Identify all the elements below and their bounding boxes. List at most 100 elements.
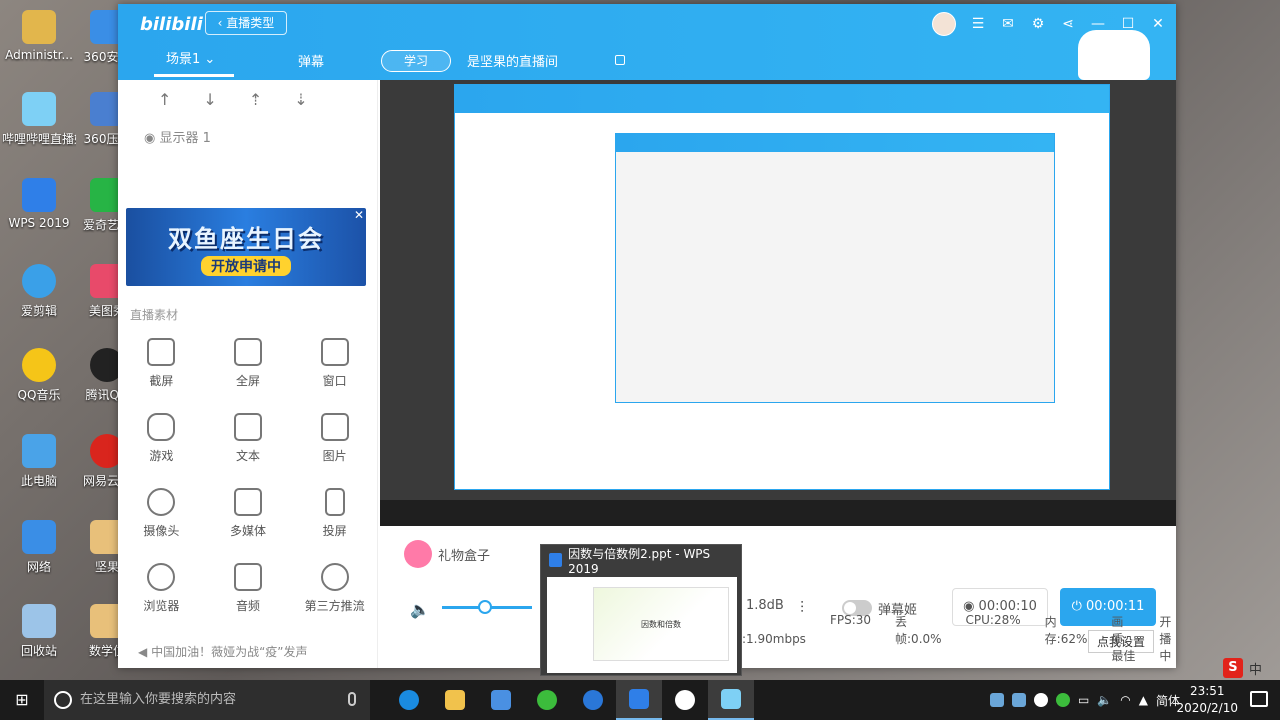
tool-screenshot[interactable]: 截屏 [118, 338, 205, 389]
layer-order-controls: ↑ ↓ ⇡ ⇣ [118, 80, 377, 109]
move-down-icon[interactable]: ↓ [203, 90, 216, 109]
avatar[interactable] [932, 12, 956, 36]
tab-danmu[interactable]: 弹幕 [298, 51, 324, 70]
notice-bar[interactable]: ◀ 中国加油！薇娅为战“疫”发声 [138, 643, 308, 660]
phone-icon [324, 488, 345, 516]
preview-taskbar [380, 500, 1176, 526]
move-bottom-icon[interactable]: ⇣ [294, 90, 307, 109]
live-type-back-button[interactable]: ‹ 直播类型 [205, 11, 287, 35]
qq-music-icon [22, 348, 56, 382]
tray-app-icon[interactable] [1011, 693, 1026, 707]
taskbar-wps[interactable] [616, 680, 662, 720]
stream-preview[interactable] [380, 80, 1176, 526]
control-panel: 礼物盒子 🔈 1.8dB ⫶ 弹幕姬 ◉ 00:00:10 ⏻ 00:00:11… [380, 526, 1176, 668]
volume-slider-knob[interactable] [478, 600, 492, 614]
wechat-tray-icon[interactable] [1033, 693, 1048, 707]
taskbar-store[interactable] [478, 680, 524, 720]
sogou-browser-icon [583, 690, 603, 710]
category-badge[interactable]: 学习 [381, 50, 451, 72]
menu-icon[interactable]: ☰ [970, 16, 986, 32]
gift-box-button[interactable]: 礼物盒子 [404, 540, 490, 568]
desktop-icon-bilibili-live[interactable]: 哔哩哔哩直播姬 [2, 92, 76, 147]
wifi-icon[interactable]: ◠ [1120, 693, 1130, 707]
microphone-icon[interactable] [348, 692, 356, 706]
ime-chinese-mode[interactable]: 中 [1249, 659, 1262, 678]
desktop-icon-administrator[interactable]: Administr... [2, 10, 76, 62]
share-icon[interactable]: ⋖ [1060, 16, 1076, 32]
banner-subtitle: 开放申请中 [201, 255, 291, 276]
tray-app-icon[interactable] [989, 693, 1004, 707]
promo-banner[interactable]: 双鱼座生日会 开放申请中 ✕ [126, 208, 366, 286]
tool-fullscreen[interactable]: 全屏 [205, 338, 292, 389]
stat-drop: 丢帧:0.0% [895, 615, 942, 646]
source-item-display[interactable]: ◉ 显示器 1 [144, 127, 377, 146]
system-tray: ▭ 🔈 ◠ ▲ 简体 [989, 680, 1180, 720]
desktop-icon-wps[interactable]: WPS 2019 [2, 178, 76, 230]
volume-slider[interactable] [442, 600, 532, 614]
cortana-icon [54, 691, 72, 709]
stat-status: 开播中 [1159, 615, 1172, 663]
taskbar-apps [386, 680, 754, 720]
taskbar-edge[interactable] [386, 680, 432, 720]
mail-icon[interactable]: ✉ [1000, 16, 1016, 32]
tool-audio[interactable]: 音频 [205, 563, 292, 614]
notification-bell-icon[interactable]: ▲ [1139, 693, 1148, 707]
tool-game[interactable]: 游戏 [118, 413, 205, 464]
power-icon: ⏻ [1071, 599, 1082, 614]
eye-icon[interactable]: ◉ [144, 131, 155, 146]
move-up-icon[interactable]: ↑ [158, 90, 171, 109]
taskbar-explorer[interactable] [432, 680, 478, 720]
action-center-icon[interactable] [1250, 691, 1268, 707]
banner-title: 双鱼座生日会 [168, 224, 324, 253]
tool-window[interactable]: 窗口 [291, 338, 378, 389]
camera-icon [147, 488, 176, 516]
stat-mem: 内存:62% [1044, 615, 1088, 646]
tool-camera[interactable]: 摄像头 [118, 488, 205, 539]
tool-image[interactable]: 图片 [291, 413, 378, 464]
gear-icon[interactable]: ⚙ [1030, 16, 1046, 32]
chevron-down-icon: ⌄ [204, 52, 216, 67]
move-top-icon[interactable]: ⇡ [249, 90, 262, 109]
edit-icon[interactable] [615, 55, 625, 65]
network-icon [22, 520, 56, 554]
desktop-icon-this-pc[interactable]: 此电脑 [2, 434, 76, 489]
close-icon[interactable]: ✕ [1150, 16, 1166, 32]
taskbar-thumbnail-wps[interactable]: 因数与倍数例2.ppt - WPS 2019 因数和倍数 [540, 544, 742, 676]
scene-selector[interactable]: 场景1 ⌄ [166, 48, 215, 67]
edge-icon [399, 690, 419, 710]
close-icon[interactable]: ✕ [354, 208, 364, 222]
desktop-icon-qq-music[interactable]: QQ音乐 [2, 348, 76, 403]
tool-third-party-stream[interactable]: 第三方推流 [291, 563, 378, 614]
tool-media[interactable]: 多媒体 [205, 488, 292, 539]
tray-app-icon[interactable] [1055, 693, 1070, 707]
taskbar-bilibili-live[interactable] [708, 680, 754, 720]
system-clock[interactable]: 23:51 2020/2/10 [1176, 683, 1238, 717]
taskbar-360[interactable] [524, 680, 570, 720]
desktop-icon-network[interactable]: 网络 [2, 520, 76, 575]
speaker-icon: ◀ [138, 645, 148, 659]
tool-cast[interactable]: 投屏 [291, 488, 378, 539]
tool-text[interactable]: 文本 [205, 413, 292, 464]
aijianji-icon [22, 264, 56, 298]
desktop-icon-aijianji[interactable]: 爱剪辑 [2, 264, 76, 319]
room-title: 是坚果的直播间 [467, 55, 559, 70]
desktop-icon-recycle-bin[interactable]: 回收站 [2, 604, 76, 659]
battery-icon[interactable]: ▭ [1078, 693, 1089, 707]
taskbar-wechat[interactable] [662, 680, 708, 720]
wps-icon [22, 178, 56, 212]
window-icon [320, 338, 349, 366]
scene-tab-underline [154, 74, 234, 77]
windows-start-icon[interactable]: ⊞ [0, 680, 44, 720]
volume-icon[interactable]: 🔈 [410, 600, 430, 619]
speaker-icon[interactable]: 🔈 [1097, 693, 1112, 707]
tool-browser[interactable]: 浏览器 [118, 563, 205, 614]
recycle-bin-icon [22, 604, 56, 638]
bilibili-live-icon [721, 689, 741, 709]
stream-icon [320, 563, 349, 591]
thumbnail-slide: 因数和倍数 [593, 587, 729, 661]
sogou-ime-icon[interactable]: S [1222, 658, 1243, 678]
taskbar-sogou[interactable] [570, 680, 616, 720]
search-input[interactable]: 在这里输入你要搜索的内容 [44, 680, 370, 720]
preview-title-bar-2 [616, 134, 1054, 152]
browser-icon [147, 563, 176, 591]
